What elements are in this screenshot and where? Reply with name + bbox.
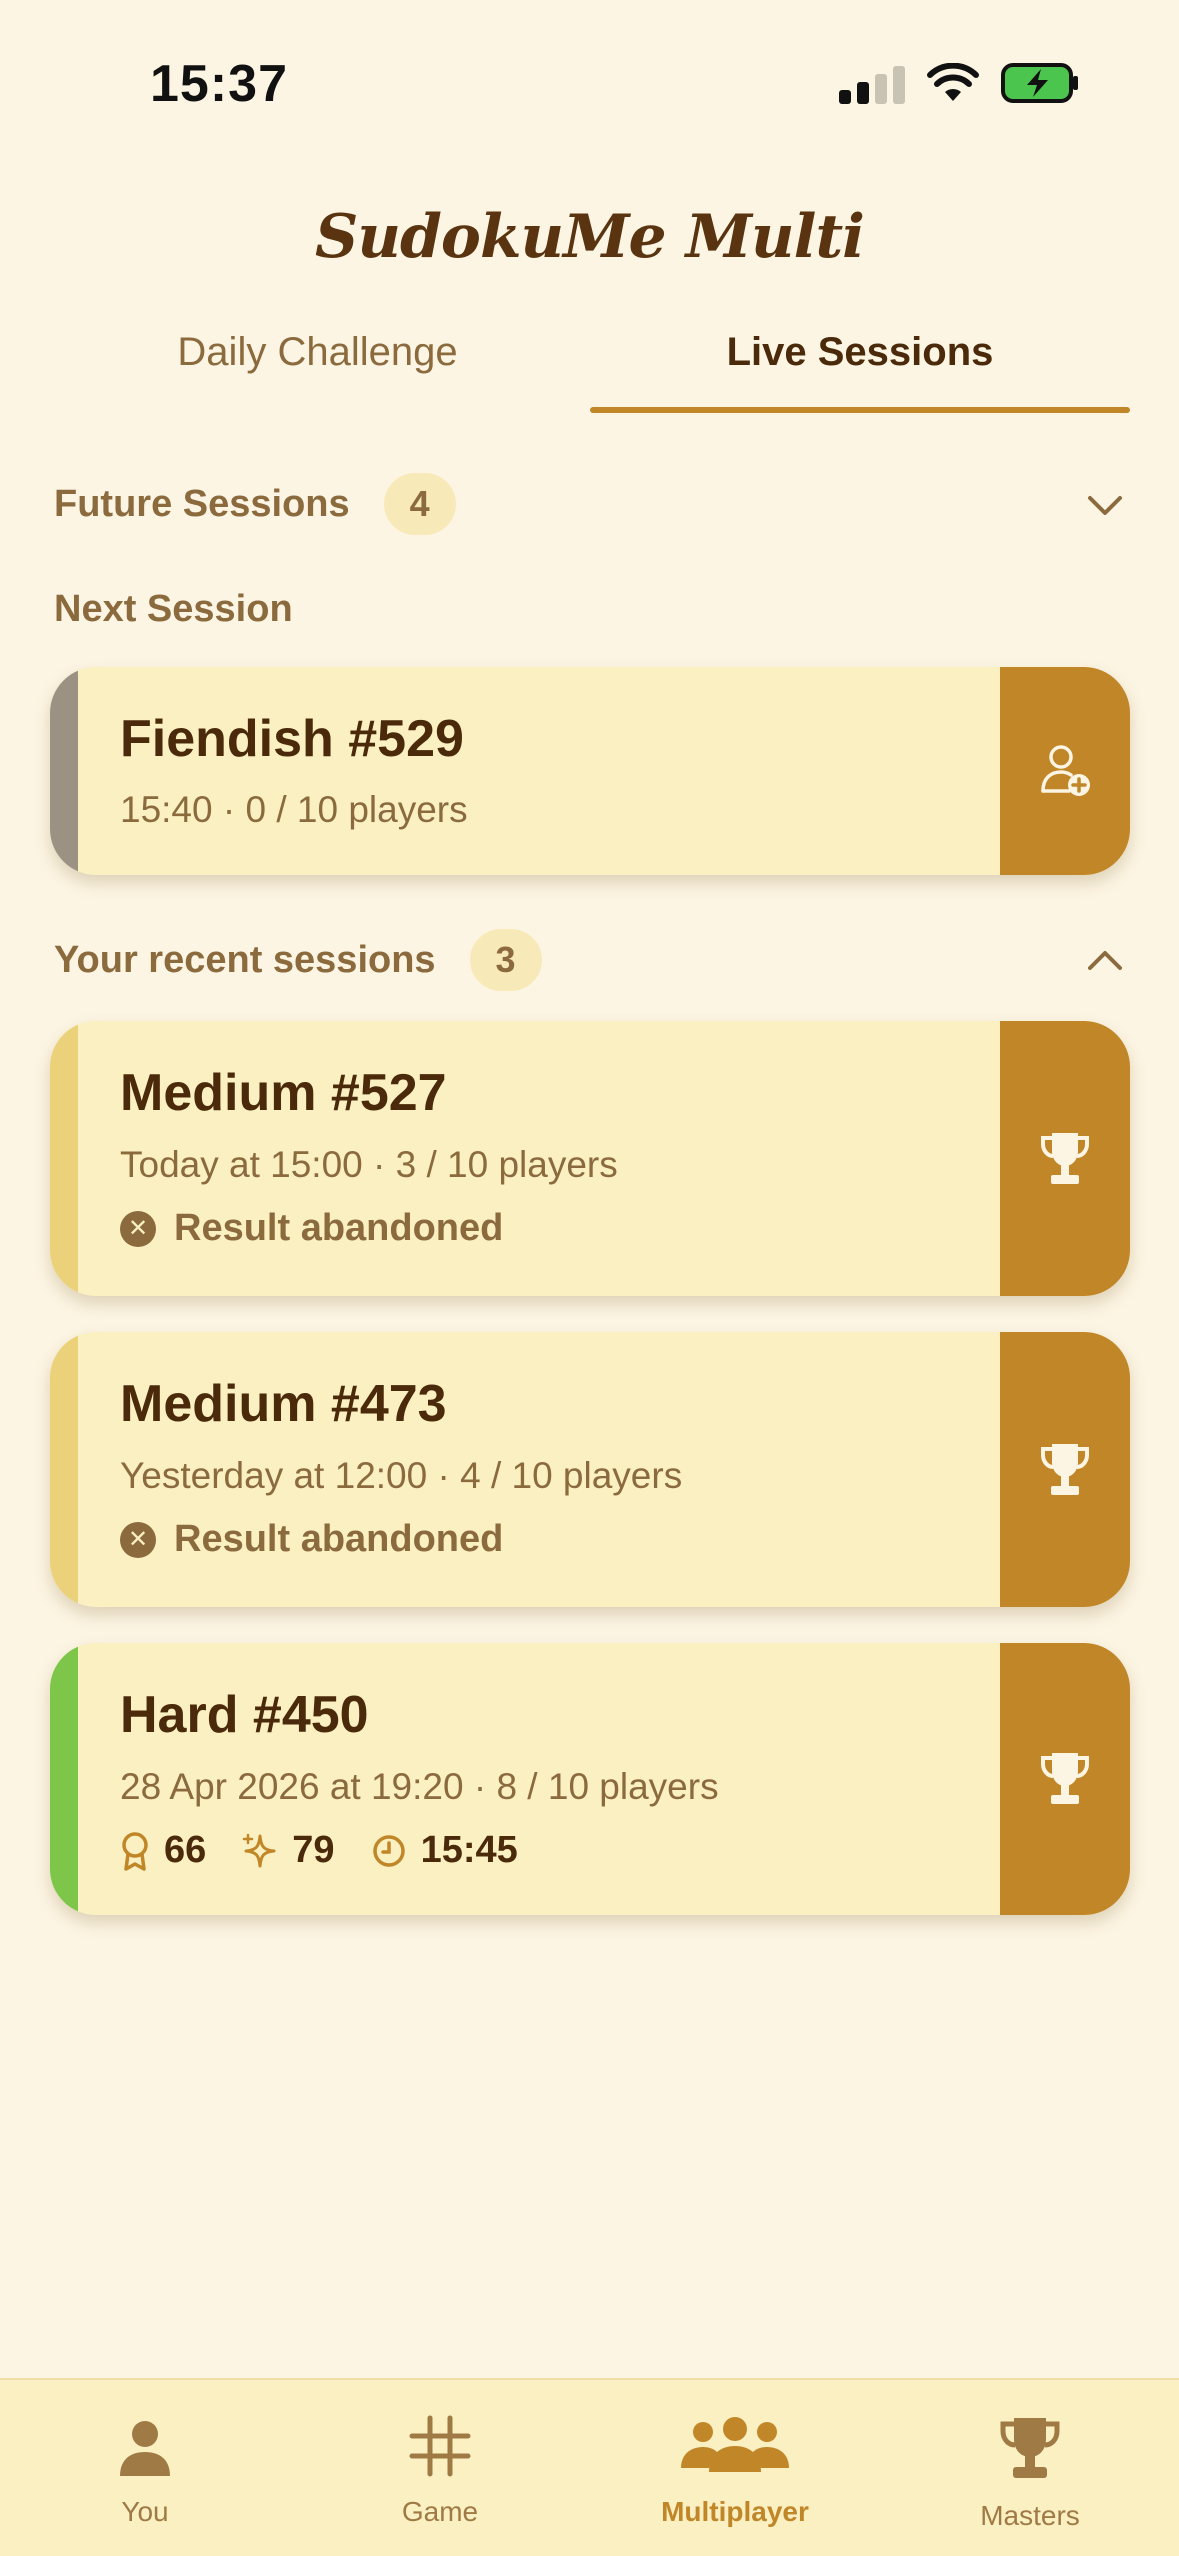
nav-label: You: [121, 2496, 169, 2527]
nav-item-you[interactable]: You: [45, 2380, 245, 2556]
count-badge: 4: [383, 473, 456, 535]
trophy-icon: [1000, 2418, 1060, 2478]
clock-icon: [372, 1834, 405, 1867]
close-circle-icon: ✕: [120, 1521, 156, 1558]
section-title: Future Sessions: [54, 482, 350, 525]
chevron-down-icon[interactable]: [1080, 480, 1130, 530]
recent-sessions-header[interactable]: Your recent sessions 3: [54, 928, 1130, 992]
group-icon: [681, 2417, 789, 2472]
card-stripe: [50, 1021, 78, 1296]
trophy-icon: [1041, 1132, 1089, 1184]
card-stats: 66 79 15:45: [120, 1829, 554, 1872]
section-title: Your recent sessions: [54, 938, 436, 981]
next-session-label: Next Session: [54, 588, 293, 630]
count-badge: 3: [469, 929, 542, 991]
card-subtitle: 15:40 · 0 / 10 players: [120, 789, 468, 830]
stat-value: 15:45: [420, 1829, 518, 1871]
status-bar: 15:37: [0, 0, 1179, 150]
wifi-icon: [927, 63, 979, 101]
session-card-next[interactable]: Fiendish #529 15:40 · 0 / 10 players: [50, 667, 1130, 875]
sparkle-icon: [243, 1833, 276, 1867]
nav-label: Multiplayer: [661, 2496, 809, 2527]
active-tab-indicator: [590, 407, 1130, 413]
trophy-icon: [1041, 1443, 1089, 1495]
add-user-icon: [1041, 745, 1090, 796]
results-button[interactable]: [1000, 1643, 1130, 1915]
status-text: Result abandoned: [174, 1207, 504, 1249]
chevron-up-icon[interactable]: [1080, 936, 1130, 986]
stat-score: 79: [242, 1829, 335, 1872]
session-card[interactable]: Medium #527 Today at 15:00 · 3 / 10 play…: [50, 1021, 1130, 1296]
trophy-icon: [1041, 1753, 1089, 1804]
tab-label: Live Sessions: [726, 330, 994, 374]
tab-live-sessions[interactable]: Live Sessions: [590, 330, 1130, 415]
app-title: SudokuMe Multi: [315, 202, 865, 272]
card-title: Hard #450: [120, 1686, 369, 1744]
award-ribbon-icon: [122, 1831, 148, 1871]
nav-label: Game: [401, 2496, 479, 2527]
tab-label: Daily Challenge: [177, 330, 458, 374]
cellular-signal-icon: [839, 62, 905, 104]
battery-charging-icon: [1001, 63, 1078, 103]
stat-time: 15:45: [371, 1829, 518, 1872]
nav-label: Masters: [980, 2500, 1080, 2531]
future-sessions-header[interactable]: Future Sessions 4: [54, 472, 1130, 536]
person-icon: [120, 2421, 170, 2476]
results-button[interactable]: [1000, 1021, 1130, 1296]
results-button[interactable]: [1000, 1332, 1130, 1607]
stat-rank: 66: [120, 1829, 206, 1872]
card-title: Medium #527: [120, 1064, 447, 1122]
stat-value: 66: [164, 1829, 207, 1871]
session-card[interactable]: Hard #450 28 Apr 2026 at 19:20 · 8 / 10 …: [50, 1643, 1130, 1915]
card-stripe: [50, 667, 78, 875]
card-title: Medium #473: [120, 1375, 447, 1433]
bottom-nav: You Game Multiplayer Masters: [0, 2378, 1179, 2556]
close-circle-icon: ✕: [120, 1210, 156, 1247]
card-title: Fiendish #529: [120, 710, 464, 768]
card-status: ✕ Result abandoned: [120, 1518, 503, 1561]
session-card[interactable]: Medium #473 Yesterday at 12:00 · 4 / 10 …: [50, 1332, 1130, 1607]
nav-item-multiplayer[interactable]: Multiplayer: [630, 2380, 840, 2556]
card-stripe: [50, 1332, 78, 1607]
join-session-button[interactable]: [1000, 667, 1130, 875]
tab-bar: Daily Challenge Live Sessions: [0, 330, 1179, 415]
card-stripe: [50, 1643, 78, 1915]
tab-daily-challenge[interactable]: Daily Challenge: [50, 330, 585, 415]
card-subtitle: Yesterday at 12:00 · 4 / 10 players: [120, 1455, 683, 1496]
nav-item-masters[interactable]: Masters: [930, 2380, 1130, 2556]
card-subtitle: 28 Apr 2026 at 19:20 · 8 / 10 players: [120, 1766, 719, 1807]
nav-item-game[interactable]: Game: [340, 2380, 540, 2556]
card-subtitle: Today at 15:00 · 3 / 10 players: [120, 1144, 618, 1185]
stat-value: 79: [292, 1829, 335, 1871]
card-status: ✕ Result abandoned: [120, 1207, 503, 1250]
status-icons: [839, 62, 1081, 104]
status-text: Result abandoned: [174, 1518, 504, 1560]
status-time: 15:37: [150, 55, 288, 113]
grid-hash-icon: [409, 2415, 471, 2477]
